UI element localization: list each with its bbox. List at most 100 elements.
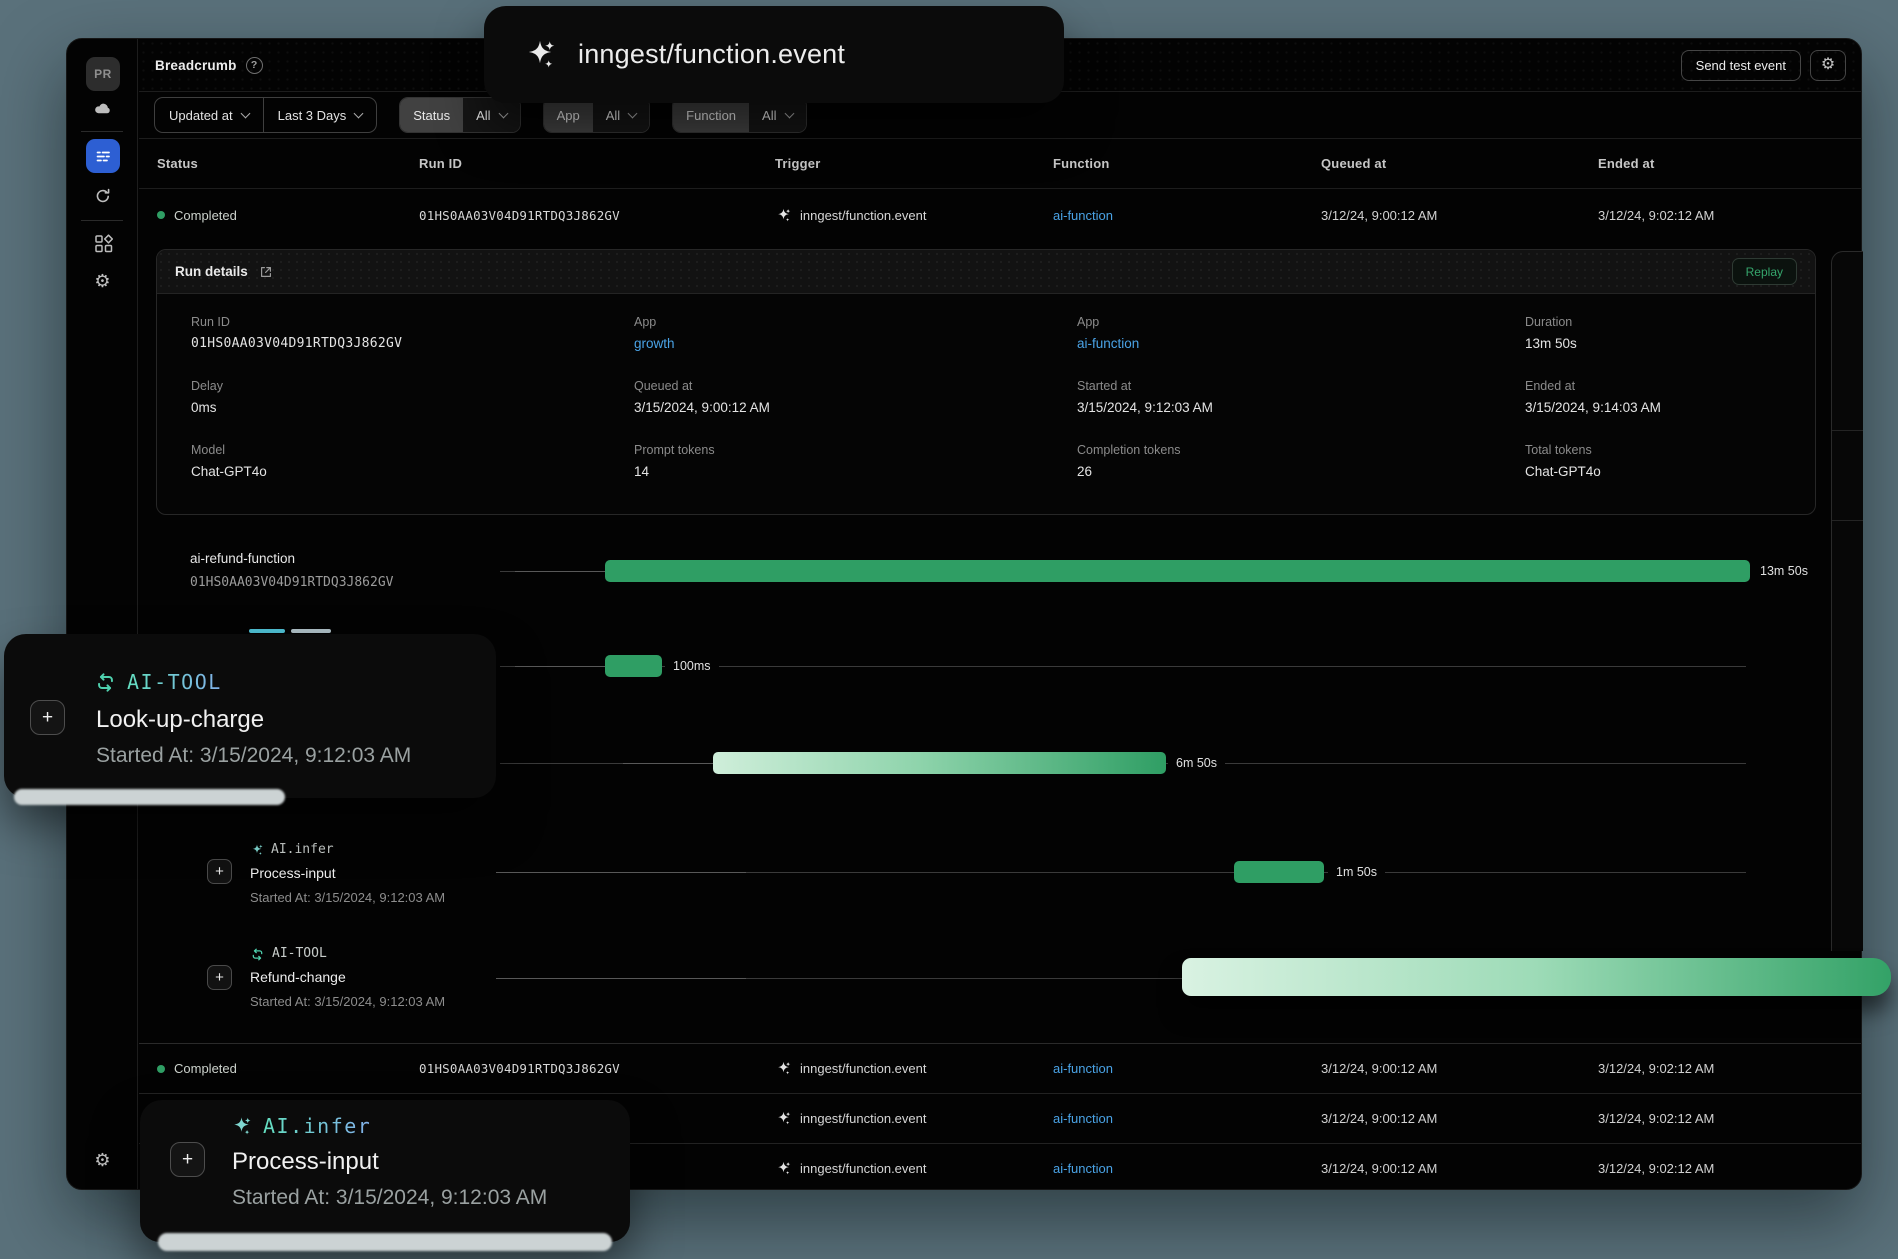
sidebar-divider [81,131,123,132]
step-started-at: Started At: 3/15/2024, 9:12:03 AM [250,886,445,910]
cloud-icon[interactable] [67,99,138,118]
step-started-at: Started At: 3/15/2024, 9:12:03 AM [232,1186,547,1210]
expand-step-button[interactable]: + [207,859,232,884]
sync-icon[interactable] [67,187,138,205]
sparkles-icon [775,1160,792,1177]
app-filter-value[interactable]: All [593,98,649,132]
delay-value: 0ms [191,400,634,415]
step-started-at: Started At: 3/15/2024, 9:12:03 AM [96,744,411,768]
function-name: ai-refund-function [190,547,394,571]
col-run-id: Run ID [419,156,775,171]
function-filter-label: Function [673,98,749,132]
step-name: Refund-change [250,965,445,990]
timeline-bar[interactable] [1182,958,1891,996]
step-kind: AI-TOOL [127,670,222,694]
function-link[interactable]: ai-function [1053,1061,1321,1076]
repeat-tool-icon [94,671,117,694]
sparkles-icon [230,1115,253,1138]
step-name: Process-input [232,1148,379,1176]
expand-step-button[interactable]: + [30,700,65,735]
run-id: 01HS0AA03V04D91RTDQ3J862GV [419,1061,775,1076]
status-text: Completed [174,1061,237,1076]
field-label: Started at [1077,379,1525,393]
date-range-dropdown[interactable]: Last 3 Days [263,98,377,132]
send-test-event-button[interactable]: Send test event [1681,50,1801,81]
run-details-body: Run ID01HS0AA03V04D91RTDQ3J862GV Appgrow… [157,294,1815,498]
trigger-name: inngest/function.event [800,208,926,223]
ended-at-value: 3/15/2024, 9:14:03 AM [1525,400,1815,415]
step-name: Process-input [250,861,445,886]
event-name: inngest/function.event [578,39,845,70]
run-details-title: Run details [175,264,248,279]
function-run-id: 01HS0AA03V04D91RTDQ3J862GV [190,571,394,595]
external-link-icon[interactable] [258,264,274,280]
status-filter-value[interactable]: All [463,98,519,132]
clipped-label-fragment [291,629,331,633]
sidebar-divider [81,220,123,221]
run-details-panel: Run details Replay Run ID01HS0AA03V04D91… [156,249,1816,515]
field-label: App [634,315,1077,329]
replay-button[interactable]: Replay [1732,258,1797,285]
bottom-settings-gear-icon[interactable]: ⚙ [67,1151,138,1169]
step-kind: AI.infer [271,839,334,861]
function-filter-value[interactable]: All [749,98,805,132]
prompt-tokens-value: 14 [634,464,1077,479]
duration-label: 6m 50s [1168,754,1225,772]
timeline-bar[interactable] [713,752,1166,774]
duration-value: 13m 50s [1525,336,1815,351]
help-icon[interactable]: ? [246,57,263,74]
completion-tokens-value: 26 [1077,464,1525,479]
sort-field-dropdown[interactable]: Updated at [155,98,263,132]
sparkles-icon [775,207,792,224]
sparkles-icon [250,843,264,857]
trigger-name: inngest/function.event [800,1161,926,1176]
queued-at: 3/12/24, 9:00:12 AM [1321,208,1598,223]
field-label: Duration [1525,315,1815,329]
ended-at: 3/12/24, 9:02:12 AM [1598,208,1861,223]
step-kind: AI.infer [263,1114,371,1138]
function-link[interactable]: ai-function [1053,1111,1321,1126]
app-filter-label: App [544,98,593,132]
trigger-name: inngest/function.event [800,1111,926,1126]
field-label: Delay [191,379,634,393]
table-row[interactable]: Completed 01HS0AA03V04D91RTDQ3J862GV inn… [139,1043,1861,1093]
sidebar: PR ⚙ ⚙ [67,39,138,1189]
status-dot [157,1065,165,1073]
status-dot [157,211,165,219]
runs-list-icon [92,145,114,167]
app-link[interactable]: growth [634,336,1077,351]
ended-at: 3/12/24, 9:02:12 AM [1598,1061,1861,1076]
queued-at: 3/12/24, 9:00:12 AM [1321,1061,1598,1076]
col-queued-at: Queued at [1321,156,1598,171]
function-link[interactable]: ai-function [1053,208,1321,223]
expand-step-button[interactable]: + [170,1142,205,1177]
timeline-bar[interactable] [605,655,662,677]
field-label: Prompt tokens [634,443,1077,457]
function-link[interactable]: ai-function [1053,1161,1321,1176]
sort-filter: Updated at Last 3 Days [154,97,377,133]
sparkles-icon [775,1110,792,1127]
settings-button[interactable]: ⚙ [1810,50,1846,81]
event-overlay-card: inngest/function.event [484,6,1064,103]
field-label: Queued at [634,379,1077,393]
settings-gear-icon[interactable]: ⚙ [67,272,138,290]
chevron-down-icon [498,108,508,118]
expand-step-button[interactable]: + [207,965,232,990]
queued-at: 3/12/24, 9:00:12 AM [1321,1111,1598,1126]
gear-icon: ⚙ [1821,57,1835,73]
sidebar-item-runs-active[interactable] [86,139,120,173]
step-kind: AI-TOOL [272,943,327,965]
timeline-bar[interactable] [1234,861,1324,883]
step-name: Look-up-charge [96,706,264,734]
col-status: Status [157,156,419,171]
queued-at-value: 3/15/2024, 9:00:12 AM [634,400,1077,415]
app-link[interactable]: ai-function [1077,336,1525,351]
col-function: Function [1053,156,1321,171]
apps-grid-icon[interactable] [67,233,138,253]
table-row[interactable]: Completed 01HS0AA03V04D91RTDQ3J862GV inn… [139,189,1861,241]
ended-at: 3/12/24, 9:02:12 AM [1598,1161,1861,1176]
avatar[interactable]: PR [86,57,120,91]
status-filter-label: Status [400,98,463,132]
model-value: Chat-GPT4o [191,464,634,479]
timeline-bar[interactable] [605,560,1750,582]
